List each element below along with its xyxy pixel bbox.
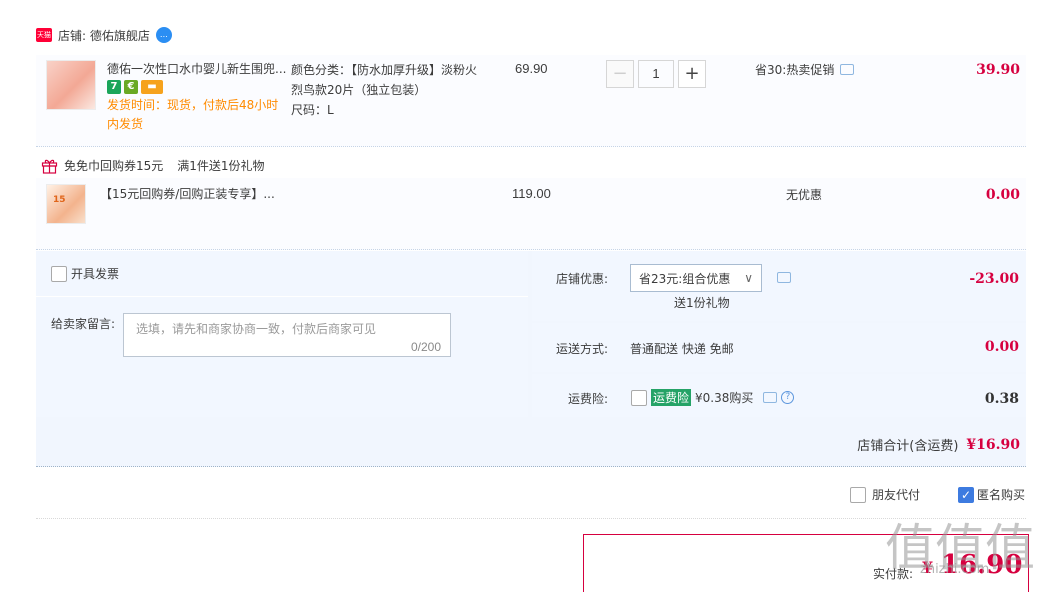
product-info: 德佑一次性口水巾婴儿新生围兜... 7 € ▬ 发货时间：现货，付款后48小时内…	[107, 60, 287, 134]
shipping-value: 普通配送 快递 免邮	[630, 342, 734, 356]
shop-total: 店铺合计(含运费) ¥16.90	[700, 435, 1020, 455]
promo-info-icon[interactable]	[840, 64, 855, 75]
ship-time-note: 发货时间：现货，付款后48小时内发货	[107, 98, 279, 131]
gift-thumb-text: 15	[53, 195, 66, 205]
anonymous-option: 匿名购买	[958, 486, 1025, 503]
seven-day-return-icon[interactable]: 7	[107, 80, 121, 94]
gift-header: 免免巾回购券15元 满1件送1份礼物	[41, 157, 265, 174]
item-subtotal: 39.90	[976, 62, 1020, 78]
seller-message-input[interactable]: 选填，请先和商家协商一致，付款后商家可见 0/200	[123, 313, 451, 357]
wangwang-chat-icon[interactable]: …	[155, 27, 172, 43]
insurance-amount: 0.38	[984, 391, 1019, 407]
insurance-price: ¥0.38购买	[695, 391, 754, 405]
gift-label: 免免巾回购券15元	[64, 159, 164, 173]
message-placeholder: 选填，请先和商家协商一致，付款后商家可见	[136, 322, 377, 336]
spec-color: 颜色分类：【防水加厚升级】淡粉火烈鸟款20片（独立包装）	[291, 63, 478, 97]
shop-discount-select[interactable]: 省23元:组合优惠 ∨	[630, 264, 762, 292]
item-promo: 省30:热卖促销	[755, 61, 855, 78]
shipping-guarantee-icon[interactable]: €	[124, 80, 138, 94]
shop-header: 天猫 店铺: 德佑旗舰店 …	[36, 25, 172, 45]
gift-thumbnail[interactable]: 15	[46, 184, 86, 224]
gift-rule: 满1件送1份礼物	[177, 159, 265, 173]
insurance-checkbox[interactable]	[631, 389, 647, 406]
gift-title-link[interactable]: 【15元回购券/回购正装专享】...	[100, 185, 275, 203]
gift-promo: 无优惠	[786, 188, 823, 202]
shop-name-link[interactable]: 店铺: 德佑旗舰店	[58, 27, 150, 44]
service-badges: 7 € ▬	[107, 78, 287, 96]
order-item-row: 德佑一次性口水巾婴儿新生围兜... 7 € ▬ 发货时间：现货，付款后48小时内…	[36, 55, 1026, 147]
help-icon[interactable]: ?	[781, 391, 795, 404]
anonymous-checkbox[interactable]	[958, 486, 974, 503]
gift-subtotal: 0.00	[985, 187, 1020, 203]
discount-gift-note: 送1份礼物	[674, 296, 730, 310]
unit-price: 69.90	[515, 61, 548, 76]
message-counter: 0/200	[410, 340, 441, 354]
insurance-option: 运费险 ¥0.38购买 ?	[631, 389, 795, 406]
invoice-checkbox[interactable]	[51, 265, 67, 282]
site-watermark-url: zhizhi.com	[920, 562, 990, 577]
shop-total-label: 店铺合计(含运费)	[857, 439, 959, 454]
credit-card-icon[interactable]: ▬	[141, 80, 163, 94]
insurance-tag: 运费险	[651, 389, 692, 406]
gift-item-row: 15 【15元回购券/回购正装专享】... 119.00 无优惠 0.00	[36, 178, 1026, 250]
divider	[36, 296, 528, 297]
quantity-stepper: − 1 +	[606, 60, 706, 88]
insurance-info-icon[interactable]	[763, 392, 778, 403]
friend-pay-option: 朋友代付	[850, 486, 920, 503]
chevron-down-icon: ∨	[744, 271, 753, 285]
shop-discount-label: 店铺优惠:	[555, 272, 608, 286]
promo-text: 省30:热卖促销	[755, 63, 835, 77]
qty-input[interactable]: 1	[638, 60, 674, 88]
product-thumbnail[interactable]	[46, 60, 96, 110]
product-spec: 颜色分类：【防水加厚升级】淡粉火烈鸟款20片（独立包装） 尺码：L	[291, 60, 481, 120]
insurance-label: 运费险:	[567, 392, 608, 406]
product-title-link[interactable]: 德佑一次性口水巾婴儿新生围兜...	[107, 60, 287, 78]
discount-selected-value: 省23元:组合优惠	[639, 271, 731, 286]
discount-amount: -23.00	[969, 271, 1019, 287]
message-label: 给卖家留言:	[51, 317, 116, 331]
shipping-label: 运送方式:	[555, 342, 608, 356]
qty-minus-button[interactable]: −	[606, 60, 634, 88]
gift-unit-price: 119.00	[512, 186, 551, 201]
divider	[36, 518, 1026, 519]
discount-info-icon[interactable]	[777, 272, 791, 283]
shipping-amount: 0.00	[984, 339, 1019, 355]
anonymous-label: 匿名购买	[977, 488, 1026, 502]
invoice-label: 开具发票	[71, 267, 120, 281]
invoice-option: 开具发票	[51, 265, 119, 282]
tmall-badge-icon: 天猫	[36, 28, 52, 42]
friend-pay-checkbox[interactable]	[850, 486, 866, 503]
friend-pay-label: 朋友代付	[872, 488, 921, 502]
shop-total-amount: ¥16.90	[966, 436, 1020, 453]
spec-size: 尺码：L	[291, 103, 334, 117]
qty-plus-button[interactable]: +	[678, 60, 706, 88]
gift-icon	[41, 159, 58, 174]
